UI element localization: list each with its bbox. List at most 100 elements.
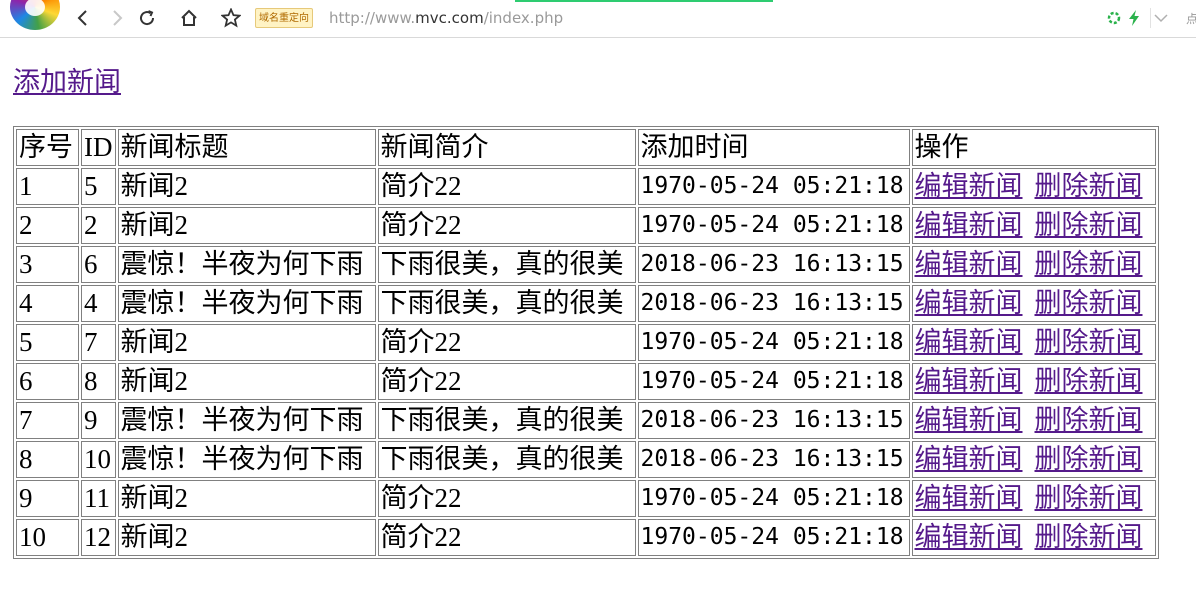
cell-operation: 编辑新闻 删除新闻	[911, 441, 1156, 478]
edit-news-link[interactable]: 编辑新闻	[915, 171, 1023, 201]
bookmark-button[interactable]	[219, 6, 243, 30]
cell-time: 2018-06-23 16:13:15	[637, 285, 910, 322]
url-path: /index.php	[483, 9, 564, 27]
table-header-row: 序号 ID 新闻标题 新闻简介 添加时间 操作	[16, 129, 1156, 166]
redirect-badge[interactable]: 域名重定向	[255, 8, 313, 28]
add-news-link[interactable]: 添加新闻	[13, 66, 121, 98]
delete-news-link[interactable]: 删除新闻	[1035, 483, 1143, 513]
delete-news-link[interactable]: 删除新闻	[1035, 522, 1143, 552]
delete-news-link[interactable]: 删除新闻	[1035, 327, 1143, 357]
address-dropdown-button[interactable]	[1154, 8, 1168, 28]
edit-news-link[interactable]: 编辑新闻	[915, 522, 1023, 552]
cell-desc: 下雨很美，真的很美	[377, 441, 636, 478]
cell-desc: 简介22	[377, 480, 636, 517]
cell-desc: 简介22	[377, 207, 636, 244]
cell-seq: 5	[16, 324, 79, 361]
table-row: 1 5 新闻2 简介22 1970-05-24 05:21:18 编辑新闻 删除新闻	[16, 168, 1156, 205]
news-table: 序号 ID 新闻标题 新闻简介 添加时间 操作 1 5 新闻2 简介22 1970-05…	[13, 126, 1159, 559]
cell-title: 震惊！半夜为何下雨	[117, 402, 376, 439]
cell-desc: 下雨很美，真的很美	[377, 285, 636, 322]
header-id: ID	[81, 129, 116, 166]
url-scheme: http://www.	[329, 9, 416, 27]
cell-time: 1970-05-24 05:21:18	[637, 363, 910, 400]
cell-time: 1970-05-24 05:21:18	[637, 324, 910, 361]
browser-toolbar: 域名重定向 http://www.mvc.com/index.php 点	[0, 0, 1196, 38]
delete-news-link[interactable]: 删除新闻	[1035, 444, 1143, 474]
cell-id: 8	[81, 363, 116, 400]
page-load-progress	[515, 0, 773, 2]
cell-desc: 简介22	[377, 324, 636, 361]
cell-seq: 8	[16, 441, 79, 478]
speed-mode-button[interactable]	[1128, 8, 1140, 28]
reload-button[interactable]	[135, 6, 159, 30]
cell-time: 2018-06-23 16:13:15	[637, 402, 910, 439]
back-button[interactable]	[71, 6, 95, 30]
delete-news-link[interactable]: 删除新闻	[1035, 171, 1143, 201]
table-row: 3 6 震惊！半夜为何下雨 下雨很美，真的很美 2018-06-23 16:13:15 编…	[16, 246, 1156, 283]
browser-logo-icon[interactable]	[10, 0, 60, 30]
home-button[interactable]	[177, 6, 201, 30]
cell-title: 震惊！半夜为何下雨	[117, 441, 376, 478]
edit-news-link[interactable]: 编辑新闻	[915, 405, 1023, 435]
cell-seq: 6	[16, 363, 79, 400]
cell-operation: 编辑新闻 删除新闻	[911, 207, 1156, 244]
table-row: 8 10 震惊！半夜为何下雨 下雨很美，真的很美 2018-06-23 16:13:15…	[16, 441, 1156, 478]
edit-news-link[interactable]: 编辑新闻	[915, 288, 1023, 318]
header-seq: 序号	[16, 129, 79, 166]
delete-news-link[interactable]: 删除新闻	[1035, 210, 1143, 240]
forward-button[interactable]	[105, 6, 129, 30]
table-row: 9 11 新闻2 简介22 1970-05-24 05:21:18 编辑新闻 删除新闻	[16, 480, 1156, 517]
table-row: 5 7 新闻2 简介22 1970-05-24 05:21:18 编辑新闻 删除新闻	[16, 324, 1156, 361]
security-button[interactable]	[1107, 8, 1121, 28]
cell-operation: 编辑新闻 删除新闻	[911, 168, 1156, 205]
edit-news-link[interactable]: 编辑新闻	[915, 327, 1023, 357]
cell-time: 1970-05-24 05:21:18	[637, 480, 910, 517]
cell-seq: 10	[16, 519, 79, 556]
url-host: mvc.com	[415, 9, 484, 27]
toolbar-overflow-text: 点	[1186, 12, 1196, 26]
cell-id: 12	[81, 519, 116, 556]
chevron-down-icon	[1154, 14, 1168, 23]
cell-desc: 下雨很美，真的很美	[377, 246, 636, 283]
cell-seq: 9	[16, 480, 79, 517]
edit-news-link[interactable]: 编辑新闻	[915, 366, 1023, 396]
cell-id: 10	[81, 441, 116, 478]
delete-news-link[interactable]: 删除新闻	[1035, 405, 1143, 435]
delete-news-link[interactable]: 删除新闻	[1035, 288, 1143, 318]
table-row: 10 12 新闻2 简介22 1970-05-24 05:21:18 编辑新闻 删除新闻	[16, 519, 1156, 556]
edit-news-link[interactable]: 编辑新闻	[915, 249, 1023, 279]
cell-operation: 编辑新闻 删除新闻	[911, 402, 1156, 439]
table-row: 2 2 新闻2 简介22 1970-05-24 05:21:18 编辑新闻 删除新闻	[16, 207, 1156, 244]
edit-news-link[interactable]: 编辑新闻	[915, 210, 1023, 240]
cell-desc: 简介22	[377, 363, 636, 400]
news-table-body: 1 5 新闻2 简介22 1970-05-24 05:21:18 编辑新闻 删除新闻 2 2 新闻…	[16, 168, 1156, 556]
reload-icon	[140, 10, 155, 26]
delete-news-link[interactable]: 删除新闻	[1035, 366, 1143, 396]
lightning-icon	[1129, 10, 1139, 26]
cell-id: 7	[81, 324, 116, 361]
address-bar[interactable]: http://www.mvc.com/index.php	[329, 8, 563, 28]
delete-news-link[interactable]: 删除新闻	[1035, 249, 1143, 279]
home-icon	[181, 9, 197, 26]
table-row: 7 9 震惊！半夜为何下雨 下雨很美，真的很美 2018-06-23 16:13:15 编…	[16, 402, 1156, 439]
shield-icon	[1107, 11, 1121, 25]
cell-time: 1970-05-24 05:21:18	[637, 207, 910, 244]
forward-icon	[113, 10, 123, 26]
cell-time: 2018-06-23 16:13:15	[637, 441, 910, 478]
header-desc: 新闻简介	[377, 129, 636, 166]
table-row: 6 8 新闻2 简介22 1970-05-24 05:21:18 编辑新闻 删除新闻	[16, 363, 1156, 400]
cell-operation: 编辑新闻 删除新闻	[911, 363, 1156, 400]
cell-title: 新闻2	[117, 168, 376, 205]
cell-operation: 编辑新闻 删除新闻	[911, 285, 1156, 322]
cell-title: 新闻2	[117, 324, 376, 361]
cell-desc: 简介22	[377, 519, 636, 556]
cell-id: 6	[81, 246, 116, 283]
star-icon	[221, 8, 241, 28]
edit-news-link[interactable]: 编辑新闻	[915, 483, 1023, 513]
cell-desc: 简介22	[377, 168, 636, 205]
cell-desc: 下雨很美，真的很美	[377, 402, 636, 439]
cell-seq: 4	[16, 285, 79, 322]
cell-id: 2	[81, 207, 116, 244]
cell-seq: 2	[16, 207, 79, 244]
edit-news-link[interactable]: 编辑新闻	[915, 444, 1023, 474]
